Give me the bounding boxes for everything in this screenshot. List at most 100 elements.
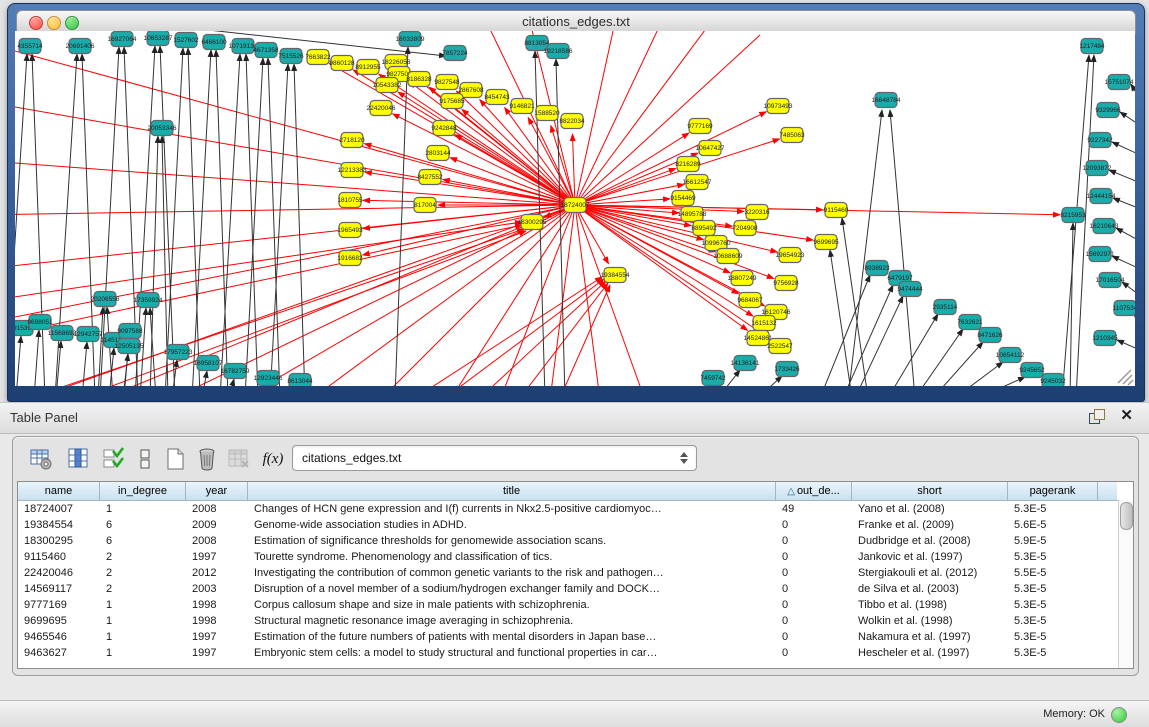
graph-node[interactable]: 16927064 (108, 32, 137, 47)
graph-edge[interactable] (216, 50, 228, 386)
table-cell[interactable]: 19384554 (18, 517, 100, 533)
table-cell[interactable]: 9463627 (18, 645, 100, 661)
graph-node[interactable]: 1107534 (1113, 301, 1135, 316)
table-cell[interactable]: Investigating the contribution of common… (248, 565, 776, 581)
graph-node[interactable]: 8216289 (675, 157, 701, 172)
table-cell[interactable]: 18300295 (18, 533, 100, 549)
graph-node[interactable]: 10543382 (373, 78, 402, 93)
table-cell[interactable]: Disruption of a novel member of a sodium… (248, 581, 776, 597)
table-cell[interactable]: Estimation of the future numbers of pati… (248, 629, 776, 645)
table-cell[interactable]: 1997 (186, 645, 248, 661)
graph-node[interactable]: 9777169 (687, 119, 713, 134)
graph-node[interactable]: 1733426 (774, 362, 800, 377)
graph-node[interactable]: 10973493 (764, 99, 793, 114)
graph-edge[interactable] (240, 205, 575, 386)
graph-node[interactable]: 817004 (414, 198, 436, 213)
graph-node[interactable]: 7515526 (278, 49, 304, 64)
graph-node[interactable]: 1916682 (337, 251, 363, 266)
table-cell[interactable]: 1 (100, 645, 186, 661)
table-cell[interactable]: 0 (776, 565, 852, 581)
graph-node[interactable]: 9827548 (434, 75, 460, 90)
graph-edge[interactable] (915, 329, 963, 386)
graph-edge[interactable] (758, 376, 782, 386)
table-cell[interactable]: 0 (776, 597, 852, 613)
table-cell[interactable]: Changes of HCN gene expression and I(f) … (248, 501, 776, 517)
table-cell[interactable]: Estimation of significance thresholds fo… (248, 533, 776, 549)
table-cell[interactable]: 1 (100, 501, 186, 517)
graph-node[interactable]: 9329966 (1095, 103, 1121, 118)
table-settings-icon[interactable] (27, 445, 55, 473)
graph-node[interactable]: 12942757 (74, 327, 103, 342)
graph-node[interactable]: 9684067 (737, 293, 763, 308)
table-cell[interactable]: 5.5E-5 (1008, 565, 1098, 581)
graph-node[interactable]: 8454743 (484, 90, 510, 105)
table-cell[interactable]: 1998 (186, 597, 248, 613)
graph-node[interactable]: 10653287 (144, 31, 173, 46)
graph-node[interactable]: 15751074 (1105, 75, 1134, 90)
graph-node[interactable]: 9245032 (1040, 374, 1066, 387)
table-cell[interactable]: 1 (100, 629, 186, 645)
graph-node[interactable]: 8895492 (691, 221, 717, 236)
table-row[interactable]: 1830029562008Estimation of significance … (18, 533, 1133, 549)
memory-status-indicator[interactable] (1111, 707, 1127, 723)
table-cell[interactable]: 0 (776, 613, 852, 629)
graph-node[interactable]: 8822034 (559, 114, 585, 129)
table-cell[interactable]: Hescheler et al. (1997) (852, 645, 1008, 661)
graph-node[interactable]: 9756928 (773, 276, 799, 291)
graph-edge[interactable] (933, 342, 983, 386)
graph-node[interactable]: 7663822 (305, 50, 331, 65)
graph-edge[interactable] (1112, 142, 1135, 154)
graph-node[interactable]: 4671358 (253, 43, 279, 58)
graph-node[interactable]: 9242848 (431, 121, 457, 136)
graph-edge[interactable] (160, 46, 175, 386)
table-cell[interactable]: Yano et al. (2008) (852, 501, 1008, 517)
table-cell[interactable]: 6 (100, 533, 186, 549)
graph-node[interactable]: 7459742 (700, 371, 726, 386)
table-cell[interactable]: 1998 (186, 613, 248, 629)
table-cell[interactable]: 0 (776, 549, 852, 565)
graph-edge[interactable] (1117, 340, 1135, 350)
graph-edge[interactable] (1112, 256, 1135, 268)
graph-node[interactable]: 9698051 (27, 315, 53, 330)
table-cell[interactable]: 5.3E-5 (1008, 597, 1098, 613)
graph-edge[interactable] (365, 172, 575, 205)
graph-edge[interactable] (855, 296, 903, 386)
table-cell[interactable]: de Silva et al. (2003) (852, 581, 1008, 597)
graph-node[interactable]: 12213383 (338, 163, 367, 178)
column-header-short[interactable]: short (852, 482, 1008, 500)
graph-edge[interactable] (575, 35, 760, 205)
table-cell[interactable]: 5.9E-5 (1008, 533, 1098, 549)
graph-node[interactable]: 9115460 (824, 203, 849, 218)
graph-node[interactable]: 20206556 (91, 292, 120, 307)
graph-edge[interactable] (575, 205, 1060, 215)
graph-node[interactable]: 9474444 (897, 282, 923, 297)
table-row[interactable]: 946554611997Estimation of the future num… (18, 629, 1133, 645)
graph-node[interactable]: 2935114 (933, 300, 958, 315)
table-cell[interactable]: 2 (100, 581, 186, 597)
table-cell[interactable]: 5.6E-5 (1008, 517, 1098, 533)
table-cell[interactable]: Nakamura et al. (1997) (852, 629, 1008, 645)
network-graph-canvas[interactable]: 4355714206914061692706410653287152760264… (15, 31, 1135, 386)
graph-node[interactable]: 8215953 (1060, 208, 1086, 223)
graph-node[interactable]: 8427552 (417, 170, 443, 185)
table-cell[interactable]: 14569117 (18, 581, 100, 597)
delete-table-icon[interactable] (225, 445, 253, 473)
graph-node[interactable]: 16648784 (872, 93, 901, 108)
table-cell[interactable]: 1 (100, 597, 186, 613)
graph-node[interactable]: 16612547 (683, 175, 712, 190)
table-cell[interactable]: 0 (776, 645, 852, 661)
graph-node[interactable]: 9154469 (670, 191, 696, 206)
graph-edge[interactable] (16, 336, 21, 386)
graph-node[interactable]: 9227342 (1087, 133, 1113, 148)
table-cell[interactable]: 0 (776, 533, 852, 549)
graph-node[interactable]: 17359924 (134, 293, 163, 308)
table-cell[interactable]: 2 (100, 549, 186, 565)
table-row[interactable]: 2242004622012Investigating the contribut… (18, 565, 1133, 581)
graph-edge[interactable] (229, 379, 234, 386)
graph-node[interactable]: 17016504 (1096, 273, 1125, 288)
graph-node[interactable]: 9699695 (813, 235, 839, 250)
table-cell[interactable]: Franke et al. (2009) (852, 517, 1008, 533)
graph-edge[interactable] (1116, 228, 1135, 240)
graph-edge[interactable] (575, 205, 645, 386)
table-cell[interactable]: 9465546 (18, 629, 100, 645)
